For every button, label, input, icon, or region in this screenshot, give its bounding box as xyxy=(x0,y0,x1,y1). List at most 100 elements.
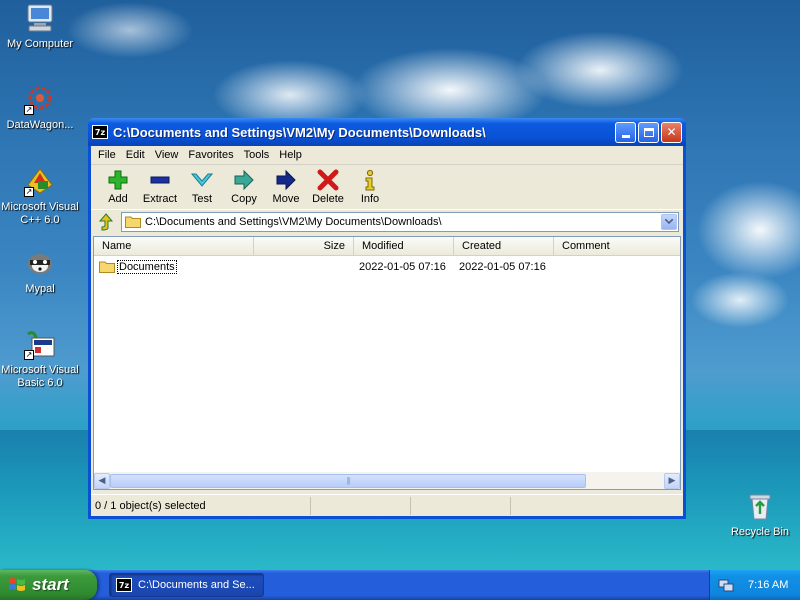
chevron-left-icon: ◀ xyxy=(98,475,106,485)
add-label: Add xyxy=(108,193,128,205)
test-icon xyxy=(181,169,223,191)
scroll-grip: ||| xyxy=(346,476,351,485)
delete-icon xyxy=(307,169,349,191)
maximize-icon xyxy=(643,127,654,137)
address-text[interactable]: C:\Documents and Settings\VM2\My Documen… xyxy=(141,216,661,228)
menu-view[interactable]: View xyxy=(150,149,184,161)
extract-button[interactable]: Extract xyxy=(139,169,181,205)
desktop-icon-label: DataWagon... xyxy=(6,119,74,131)
add-button[interactable]: Add xyxy=(97,169,139,205)
column-header-name[interactable]: Name xyxy=(94,237,254,256)
menu-file[interactable]: File xyxy=(93,149,121,161)
datawagon-icon: ↗ xyxy=(24,83,56,115)
mypal-icon xyxy=(24,247,56,279)
taskbar-window-button[interactable]: 7z C:\Documents and Se... xyxy=(109,573,264,597)
close-button[interactable]: ✕ xyxy=(661,121,682,143)
move-label: Move xyxy=(272,193,300,205)
menu-help[interactable]: Help xyxy=(274,149,307,161)
desktop-icon-visual-cpp[interactable]: ↗ Microsoft Visual C++ 6.0 xyxy=(0,165,80,227)
file-name-cell: Documents xyxy=(94,259,254,274)
column-header-created[interactable]: Created xyxy=(454,237,554,256)
copy-icon xyxy=(223,169,265,191)
move-button[interactable]: Move xyxy=(265,169,307,205)
window-title: C:\Documents and Settings\VM2\My Documen… xyxy=(113,124,486,140)
windows-logo-icon xyxy=(9,578,25,591)
shortcut-arrow-icon: ↗ xyxy=(24,105,34,115)
shortcut-arrow-icon: ↗ xyxy=(24,187,34,197)
column-header-modified[interactable]: Modified xyxy=(354,237,454,256)
7zip-app-icon: 7z xyxy=(116,578,132,592)
test-button[interactable]: Test xyxy=(181,169,223,205)
test-label: Test xyxy=(191,193,213,205)
title-bar[interactable]: 7z C:\Documents and Settings\VM2\My Docu… xyxy=(88,118,686,146)
desktop-icon-label: Microsoft Visual Basic 6.0 xyxy=(1,364,79,389)
chevron-down-icon xyxy=(665,219,673,224)
folder-icon xyxy=(99,261,115,273)
scroll-track[interactable]: ||| xyxy=(110,473,664,489)
delete-button[interactable]: Delete xyxy=(307,169,349,205)
file-created: 2022-01-05 07:16 xyxy=(459,260,546,273)
address-bar: C:\Documents and Settings\VM2\My Documen… xyxy=(91,209,683,233)
desktop-icon-label: Microsoft Visual C++ 6.0 xyxy=(1,201,79,226)
info-icon xyxy=(349,169,391,191)
file-list[interactable]: Name Size Modified Created Comment Docum… xyxy=(93,236,681,490)
shortcut-arrow-icon: ↗ xyxy=(24,350,34,360)
recycle-bin-icon xyxy=(744,490,776,522)
scroll-thumb[interactable]: ||| xyxy=(110,473,587,488)
info-button[interactable]: Info xyxy=(349,169,391,205)
minimize-button[interactable] xyxy=(615,121,636,143)
desktop-icon-mypal[interactable]: Mypal xyxy=(0,247,80,296)
taskbar-window-label: C:\Documents and Se... xyxy=(138,579,255,591)
status-bar: 0 / 1 object(s) selected xyxy=(91,494,683,516)
status-pane-3 xyxy=(411,496,511,515)
menu-tools[interactable]: Tools xyxy=(239,149,275,161)
file-list-header: Name Size Modified Created Comment xyxy=(94,237,680,256)
desktop-icon-label: My Computer xyxy=(6,38,74,50)
network-icon[interactable] xyxy=(718,577,734,593)
menu-bar: File Edit View Favorites Tools Help xyxy=(91,146,683,165)
file-name: Documents xyxy=(117,259,177,274)
minimize-icon xyxy=(621,134,630,138)
address-combobox[interactable]: C:\Documents and Settings\VM2\My Documen… xyxy=(121,211,679,232)
file-row-documents[interactable]: Documents 2022-01-05 07:16 2022-01-05 07… xyxy=(94,258,680,275)
file-modified: 2022-01-05 07:16 xyxy=(359,260,446,273)
horizontal-scrollbar[interactable]: ◀ ||| ▶ xyxy=(94,472,680,489)
column-header-size[interactable]: Size xyxy=(254,237,354,256)
scroll-left-button[interactable]: ◀ xyxy=(94,472,110,489)
maximize-button[interactable] xyxy=(638,121,659,143)
visual-basic-icon: ↗ xyxy=(24,328,56,360)
system-tray: 7:16 AM xyxy=(709,570,800,600)
extract-icon xyxy=(139,169,181,191)
copy-button[interactable]: Copy xyxy=(223,169,265,205)
up-arrow-icon xyxy=(98,212,114,231)
chevron-right-icon: ▶ xyxy=(668,475,676,485)
start-button[interactable]: start xyxy=(0,570,97,600)
7zip-app-icon[interactable]: 7z xyxy=(92,125,108,139)
clock[interactable]: 7:16 AM xyxy=(748,579,788,591)
close-icon: ✕ xyxy=(666,125,677,139)
menu-edit[interactable]: Edit xyxy=(121,149,150,161)
desktop-icon-datawagon[interactable]: ↗ DataWagon... xyxy=(0,83,80,132)
add-icon xyxy=(97,169,139,191)
address-dropdown-button[interactable] xyxy=(661,213,677,230)
info-label: Info xyxy=(360,193,380,205)
start-label: start xyxy=(32,575,69,594)
status-selection: 0 / 1 object(s) selected xyxy=(91,496,311,515)
column-header-comment[interactable]: Comment xyxy=(554,237,680,256)
window-client-area: File Edit View Favorites Tools Help Add … xyxy=(91,146,683,516)
up-folder-button[interactable] xyxy=(95,212,117,232)
status-pane-2 xyxy=(311,496,411,515)
copy-label: Copy xyxy=(231,193,257,205)
desktop-icon-visual-basic[interactable]: ↗ Microsoft Visual Basic 6.0 xyxy=(0,328,80,390)
scroll-right-button[interactable]: ▶ xyxy=(664,472,680,489)
status-pane-4 xyxy=(511,497,683,515)
toolbar: Add Extract Test Copy Move Delete Info xyxy=(91,165,683,209)
desktop-icon-my-computer[interactable]: My Computer xyxy=(0,2,80,51)
delete-label: Delete xyxy=(312,193,344,205)
desktop-icon-label: Mypal xyxy=(25,283,55,295)
7zip-file-manager-window[interactable]: 7z C:\Documents and Settings\VM2\My Docu… xyxy=(88,118,686,519)
desktop-icon-recycle-bin[interactable]: Recycle Bin xyxy=(720,490,800,539)
visual-cpp-icon: ↗ xyxy=(24,165,56,197)
move-icon xyxy=(265,169,307,191)
menu-favorites[interactable]: Favorites xyxy=(183,149,238,161)
